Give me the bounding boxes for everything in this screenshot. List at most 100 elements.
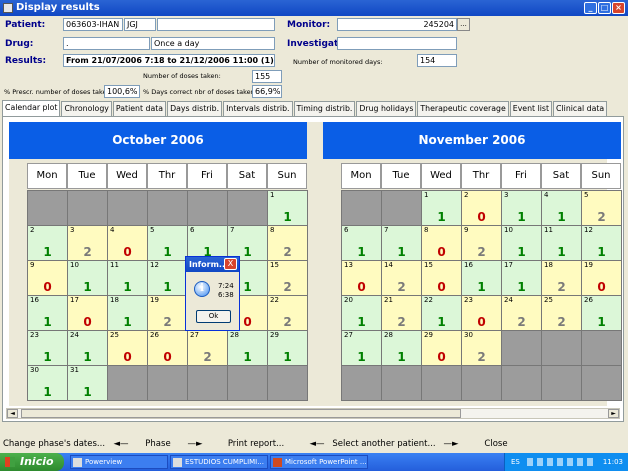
patient-code-field[interactable]: JGJ: [124, 18, 156, 31]
month-title: November 2006: [323, 122, 621, 159]
task-estudios[interactable]: ESTUDIOS CUMPLIMI...: [170, 455, 268, 469]
close-button[interactable]: Close: [466, 437, 526, 452]
patient-extra-field[interactable]: [157, 18, 275, 31]
day-cell[interactable]: 18 2: [542, 261, 582, 296]
day-cell[interactable]: 12 1: [582, 226, 622, 261]
day-cell[interactable]: 92: [462, 226, 502, 261]
day-cell[interactable]: 29 0: [422, 331, 462, 366]
day-cell[interactable]: 10 1: [68, 261, 108, 296]
tab-drug-holidays[interactable]: Drug holidays: [356, 101, 417, 116]
day-cell[interactable]: 25 2: [542, 296, 582, 331]
day-cell[interactable]: 21: [28, 226, 68, 261]
day-cell[interactable]: 71: [382, 226, 422, 261]
day-cell[interactable]: 23 0: [462, 296, 502, 331]
dose-count: 0: [597, 280, 606, 294]
language-indicator[interactable]: ES: [511, 453, 520, 471]
investigator-field[interactable]: [337, 37, 457, 50]
day-cell[interactable]: 28 1: [228, 331, 268, 366]
day-cell[interactable]: 82: [268, 226, 308, 261]
horizontal-scrollbar[interactable]: ◄ ►: [6, 408, 620, 419]
day-cell[interactable]: 20: [462, 191, 502, 226]
tab-timing-distrib[interactable]: Timing distrib.: [293, 101, 356, 116]
day-cell[interactable]: 12 1: [148, 261, 188, 296]
day-cell[interactable]: 31: [502, 191, 542, 226]
day-cell[interactable]: 26 1: [582, 296, 622, 331]
maximize-button[interactable]: □: [598, 2, 611, 14]
day-cell[interactable]: 90: [28, 261, 68, 296]
tray-icons[interactable]: [527, 458, 597, 466]
day-cell[interactable]: 14 2: [382, 261, 422, 296]
scroll-thumb[interactable]: [21, 409, 461, 418]
task-powerpoint[interactable]: Microsoft PowerPoint ...: [270, 455, 368, 469]
day-cell[interactable]: 15 2: [268, 261, 308, 296]
day-cell[interactable]: 25 0: [108, 331, 148, 366]
day-cell[interactable]: 11: [422, 191, 462, 226]
monitor-browse-button[interactable]: ...: [457, 18, 470, 31]
day-cell[interactable]: 24 2: [502, 296, 542, 331]
day-cell[interactable]: 17 0: [68, 296, 108, 331]
day-cell[interactable]: 61: [342, 226, 382, 261]
change-phase-button[interactable]: Change phase's dates...: [2, 437, 106, 452]
popup-ok-button[interactable]: Ok: [196, 310, 231, 323]
tab-event-list[interactable]: Event list: [509, 101, 553, 116]
day-cell[interactable]: 21 2: [382, 296, 422, 331]
day-cell[interactable]: 17 1: [502, 261, 542, 296]
day-cell[interactable]: 80: [422, 226, 462, 261]
day-cell[interactable]: 26 0: [148, 331, 188, 366]
day-cell[interactable]: 28 1: [382, 331, 422, 366]
tab-days-distrib[interactable]: Days distrib.: [167, 101, 223, 116]
day-cell[interactable]: 22 2: [268, 296, 308, 331]
dose-count: 1: [43, 315, 52, 329]
day-cell[interactable]: 20 1: [342, 296, 382, 331]
day-cell[interactable]: 18 1: [108, 296, 148, 331]
monitor-field[interactable]: 245204: [337, 18, 457, 31]
tab-calendar-plot[interactable]: Calendar plot: [2, 100, 61, 116]
select-patient-button[interactable]: Select another patient...: [332, 437, 436, 452]
day-cell[interactable]: 11: [268, 191, 308, 226]
day-cell[interactable]: 32: [68, 226, 108, 261]
tab-chronology[interactable]: Chronology: [61, 101, 112, 116]
patient-prev-button[interactable]: ◄—: [302, 437, 332, 452]
day-cell[interactable]: 41: [542, 191, 582, 226]
day-cell[interactable]: 27 2: [188, 331, 228, 366]
close-window-button[interactable]: ×: [612, 2, 625, 14]
drug-frequency-field[interactable]: Once a day: [151, 37, 275, 50]
day-cell[interactable]: 30 1: [28, 366, 68, 401]
popup-close-button[interactable]: X: [224, 258, 237, 270]
tab-patient-data[interactable]: Patient data: [112, 101, 167, 116]
day-cell[interactable]: 31 1: [68, 366, 108, 401]
day-cell[interactable]: 11 1: [542, 226, 582, 261]
patient-next-button[interactable]: —►: [436, 437, 466, 452]
drug-field[interactable]: .: [63, 37, 150, 50]
scroll-left-icon[interactable]: ◄: [7, 409, 18, 418]
day-cell[interactable]: 24 1: [68, 331, 108, 366]
day-cell[interactable]: 22 1: [422, 296, 462, 331]
phase-next-button[interactable]: —►: [180, 437, 210, 452]
tab-clinical-data[interactable]: Clinical data: [553, 101, 608, 116]
day-cell[interactable]: 23 1: [28, 331, 68, 366]
start-button[interactable]: Inicio: [0, 453, 64, 471]
day-cell[interactable]: 11 1: [108, 261, 148, 296]
day-cell[interactable]: 52: [582, 191, 622, 226]
day-cell[interactable]: 10 1: [502, 226, 542, 261]
day-cell[interactable]: 51: [148, 226, 188, 261]
day-cell[interactable]: 30 2: [462, 331, 502, 366]
day-number: 17: [70, 296, 79, 304]
day-cell[interactable]: 16 1: [28, 296, 68, 331]
day-cell[interactable]: 13 0: [342, 261, 382, 296]
day-cell[interactable]: 40: [108, 226, 148, 261]
day-cell[interactable]: 16 1: [462, 261, 502, 296]
task-powerview[interactable]: Powerview: [70, 455, 168, 469]
patient-id-field[interactable]: 063603-IHAN: [63, 18, 123, 31]
day-cell[interactable]: 19 0: [582, 261, 622, 296]
minimize-button[interactable]: _: [584, 2, 597, 14]
day-cell[interactable]: 27 1: [342, 331, 382, 366]
tab-therapeutic-coverage[interactable]: Therapeutic coverage: [417, 101, 509, 116]
phase-prev-button[interactable]: ◄—: [106, 437, 136, 452]
tab-intervals-distrib[interactable]: Intervals distrib.: [223, 101, 293, 116]
print-report-button[interactable]: Print report...: [210, 437, 302, 452]
day-cell[interactable]: 15 0: [422, 261, 462, 296]
day-cell[interactable]: 29 1: [268, 331, 308, 366]
scroll-right-icon[interactable]: ►: [608, 409, 619, 418]
day-cell[interactable]: 19 2: [148, 296, 188, 331]
